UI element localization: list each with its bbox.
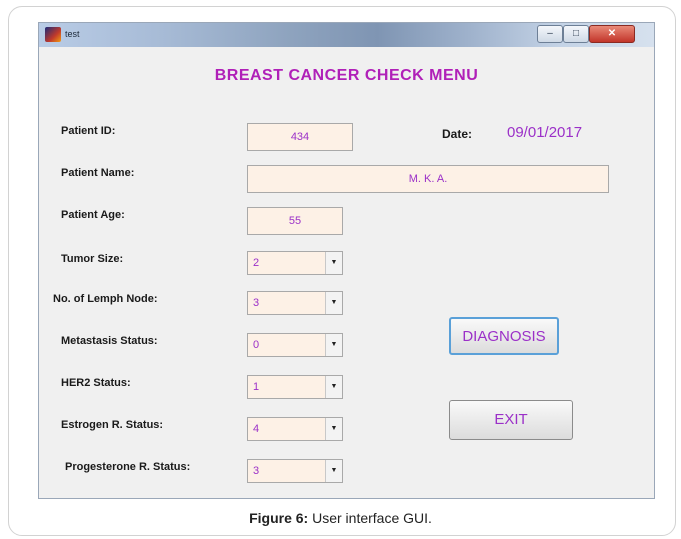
diagnosis-button[interactable]: DIAGNOSIS xyxy=(449,317,559,355)
her2-status-label: HER2 Status: xyxy=(61,377,131,389)
caption-text: User interface GUI. xyxy=(308,510,432,526)
title-bar: test – □ ✕ xyxy=(39,23,654,47)
estrogen-status-value: 4 xyxy=(253,423,260,435)
patient-name-input[interactable]: M. K. A. xyxy=(247,165,609,193)
chevron-down-icon[interactable]: ▼ xyxy=(325,252,342,274)
menu-heading: BREAST CANCER CHECK MENU xyxy=(214,67,479,84)
date-label: Date: xyxy=(442,127,473,141)
patient-age-label: Patient Age: xyxy=(61,209,125,221)
patient-id-label: Patient ID: xyxy=(61,125,116,137)
chevron-down-icon[interactable]: ▼ xyxy=(325,292,342,314)
patient-id-input[interactable]: 434 xyxy=(247,123,353,151)
minimize-button[interactable]: – xyxy=(537,25,563,43)
figure-caption: Figure 6: User interface GUI. xyxy=(0,510,681,526)
lymph-node-label: No. of Lemph Node: xyxy=(53,293,158,305)
progesterone-status-value: 3 xyxy=(253,465,260,477)
maximize-button[interactable]: □ xyxy=(563,25,589,43)
close-button[interactable]: ✕ xyxy=(589,25,635,43)
tumor-size-label: Tumor Size: xyxy=(61,253,124,265)
chevron-down-icon[interactable]: ▼ xyxy=(325,376,342,398)
matlab-app-icon xyxy=(45,27,61,42)
caption-prefix: Figure 6: xyxy=(249,510,309,526)
exit-button[interactable]: EXIT xyxy=(449,400,573,440)
lymph-node-value: 3 xyxy=(253,297,260,309)
tumor-size-select[interactable]: 2 ▼ xyxy=(247,251,343,275)
window-title: test xyxy=(65,29,80,39)
progesterone-status-label: Progesterone R. Status: xyxy=(65,461,191,473)
patient-name-label: Patient Name: xyxy=(61,167,135,179)
chevron-down-icon[interactable]: ▼ xyxy=(325,334,342,356)
tumor-size-value: 2 xyxy=(253,257,260,269)
progesterone-status-select[interactable]: 3 ▼ xyxy=(247,459,343,483)
app-window: test – □ ✕ BREAST CANCER CHECK MENU Pati… xyxy=(38,22,655,499)
estrogen-status-select[interactable]: 4 ▼ xyxy=(247,417,343,441)
her2-status-value: 1 xyxy=(253,381,260,393)
date-value: 09/01/2017 xyxy=(507,124,583,141)
chevron-down-icon[interactable]: ▼ xyxy=(325,460,342,482)
metastasis-status-select[interactable]: 0 ▼ xyxy=(247,333,343,357)
estrogen-status-label: Estrogen R. Status: xyxy=(61,419,164,431)
her2-status-select[interactable]: 1 ▼ xyxy=(247,375,343,399)
chevron-down-icon[interactable]: ▼ xyxy=(325,418,342,440)
metastasis-status-value: 0 xyxy=(253,339,260,351)
patient-age-input[interactable]: 55 xyxy=(247,207,343,235)
lymph-node-select[interactable]: 3 ▼ xyxy=(247,291,343,315)
metastasis-status-label: Metastasis Status: xyxy=(61,335,158,347)
